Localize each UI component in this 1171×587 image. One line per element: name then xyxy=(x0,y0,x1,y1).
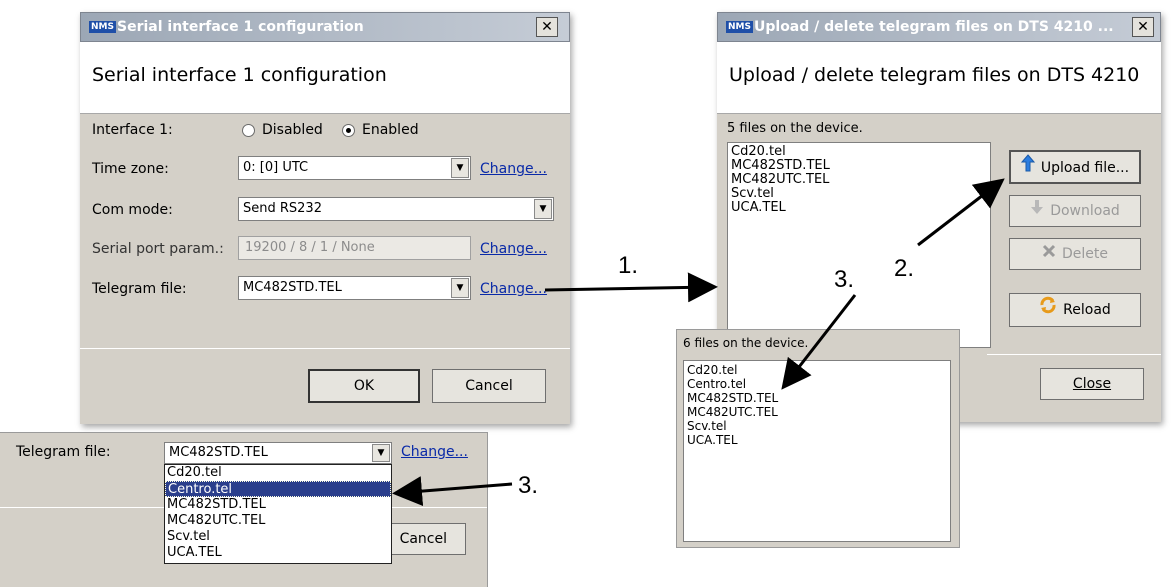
dropdown-option[interactable]: Cd20.tel xyxy=(165,465,391,481)
download-arrow-icon xyxy=(1030,196,1044,226)
list-item[interactable]: UCA.TEL xyxy=(687,433,947,447)
telegram-value: MC482STD.TEL xyxy=(243,280,342,295)
step3-label: 3. xyxy=(518,472,539,499)
commode-select[interactable]: Send RS232 ▼ xyxy=(238,197,554,221)
file-count: 5 files on the device. xyxy=(727,121,863,136)
close-icon[interactable]: ✕ xyxy=(1132,17,1154,37)
ok-button-label: OK xyxy=(353,378,375,394)
timezone-value: 0: [0] UTC xyxy=(243,160,309,175)
serialparam-value: 19200 / 8 / 1 / None xyxy=(245,240,375,255)
header-band: Upload / delete telegram files on DTS 42… xyxy=(717,42,1161,114)
ok-button[interactable]: OK xyxy=(308,369,420,403)
telegram-value: MC482STD.TEL xyxy=(169,445,268,460)
commode-value: Send RS232 xyxy=(243,201,322,216)
delete-label: Delete xyxy=(1062,246,1108,262)
download-button[interactable]: Download xyxy=(1009,195,1141,227)
nms-logo-icon: NMS xyxy=(89,21,116,33)
timezone-select[interactable]: 0: [0] UTC ▼ xyxy=(238,156,471,180)
serialparam-label: Serial port param.: xyxy=(92,241,224,257)
title-bar[interactable]: NMS Serial interface 1 configuration ✕ xyxy=(80,12,570,42)
dropdown-option[interactable]: MC482UTC.TEL xyxy=(165,513,391,529)
delete-x-icon xyxy=(1042,239,1056,269)
timezone-change-link[interactable]: Change... xyxy=(480,161,547,177)
chevron-down-icon[interactable]: ▼ xyxy=(451,278,469,298)
divider xyxy=(987,354,1161,355)
list-item[interactable]: MC482UTC.TEL xyxy=(687,405,947,419)
telegram-dropdown-panel: Telegram file: MC482STD.TEL ▼ Change... … xyxy=(0,432,488,587)
dropdown-option[interactable]: Scv.tel xyxy=(165,529,391,545)
header-band: Serial interface 1 configuration xyxy=(80,42,570,114)
serial-config-dialog: NMS Serial interface 1 configuration ✕ S… xyxy=(80,12,570,424)
list-item[interactable]: Centro.tel xyxy=(687,377,947,391)
chevron-down-icon[interactable]: ▼ xyxy=(451,158,469,178)
step3-label: 3. xyxy=(834,266,855,293)
serialparam-field: 19200 / 8 / 1 / None xyxy=(238,236,471,260)
after-upload-list-panel: 6 files on the device. Cd20.tel Centro.t… xyxy=(676,329,960,548)
cancel-button-label: Cancel xyxy=(465,378,513,394)
interface-label: Interface 1: xyxy=(92,122,173,138)
telegram-dropdown-list[interactable]: Cd20.tel Centro.tel MC482STD.TEL MC482UT… xyxy=(164,464,392,564)
cancel-button-label: Cancel xyxy=(399,531,447,547)
file-list[interactable]: Cd20.tel MC482STD.TEL MC482UTC.TEL Scv.t… xyxy=(727,142,991,348)
file-count: 6 files on the device. xyxy=(683,336,809,350)
nms-logo-icon: NMS xyxy=(726,21,753,33)
close-button-label: Close xyxy=(1072,376,1112,392)
close-icon[interactable]: ✕ xyxy=(536,17,558,37)
dialog-header: Upload / delete telegram files on DTS 42… xyxy=(729,64,1140,86)
divider xyxy=(80,348,570,349)
list-item[interactable]: Scv.tel xyxy=(687,419,947,433)
list-item[interactable]: MC482STD.TEL xyxy=(687,391,947,405)
list-item[interactable]: MC482UTC.TEL xyxy=(731,173,987,187)
file-list[interactable]: Cd20.tel Centro.tel MC482STD.TEL MC482UT… xyxy=(683,360,951,542)
upload-arrow-icon xyxy=(1020,152,1035,184)
telegram-select[interactable]: MC482STD.TEL ▼ xyxy=(164,442,392,464)
upload-file-button[interactable]: Upload file... xyxy=(1009,150,1141,184)
reload-icon xyxy=(1039,294,1057,326)
list-item[interactable]: MC482STD.TEL xyxy=(731,159,987,173)
serialparam-change-link[interactable]: Change... xyxy=(480,241,547,257)
step2-label: 2. xyxy=(894,255,915,282)
telegram-change-link[interactable]: Change... xyxy=(480,281,547,297)
chevron-down-icon[interactable]: ▼ xyxy=(534,199,552,219)
telegram-change-link[interactable]: Change... xyxy=(401,444,468,460)
step1-label: 1. xyxy=(618,252,639,279)
upload-file-label: Upload file... xyxy=(1040,160,1130,176)
telegram-label: Telegram file: xyxy=(92,281,187,297)
chevron-down-icon[interactable]: ▼ xyxy=(372,444,390,462)
radio-enabled[interactable] xyxy=(342,124,355,137)
timezone-label: Time zone: xyxy=(92,161,169,177)
radio-disabled-label[interactable]: Disabled xyxy=(262,122,323,138)
cancel-button[interactable]: Cancel xyxy=(432,369,546,403)
telegram-label: Telegram file: xyxy=(16,444,111,460)
radio-disabled[interactable] xyxy=(242,124,255,137)
dropdown-option[interactable]: UCA.TEL xyxy=(165,545,391,561)
arrow-step1 xyxy=(544,272,718,303)
close-button[interactable]: Close xyxy=(1040,368,1144,400)
list-item[interactable]: Cd20.tel xyxy=(687,363,947,377)
window-title: Upload / delete telegram files on DTS 42… xyxy=(754,19,1114,35)
dropdown-option[interactable]: MC482STD.TEL xyxy=(165,497,391,513)
download-label: Download xyxy=(1050,203,1120,219)
list-item[interactable]: Cd20.tel xyxy=(731,145,987,159)
reload-button[interactable]: Reload xyxy=(1009,293,1141,327)
dropdown-option-selected[interactable]: Centro.tel xyxy=(165,481,391,497)
reload-label: Reload xyxy=(1063,302,1111,318)
commode-label: Com mode: xyxy=(92,202,173,218)
title-bar[interactable]: NMS Upload / delete telegram files on DT… xyxy=(717,12,1161,42)
list-item[interactable]: Scv.tel xyxy=(731,187,987,201)
telegram-select[interactable]: MC482STD.TEL ▼ xyxy=(238,276,471,300)
window-title: Serial interface 1 configuration xyxy=(117,19,364,35)
dialog-header: Serial interface 1 configuration xyxy=(92,64,387,86)
delete-button[interactable]: Delete xyxy=(1009,238,1141,270)
list-item[interactable]: UCA.TEL xyxy=(731,201,987,215)
radio-enabled-label[interactable]: Enabled xyxy=(362,122,419,138)
